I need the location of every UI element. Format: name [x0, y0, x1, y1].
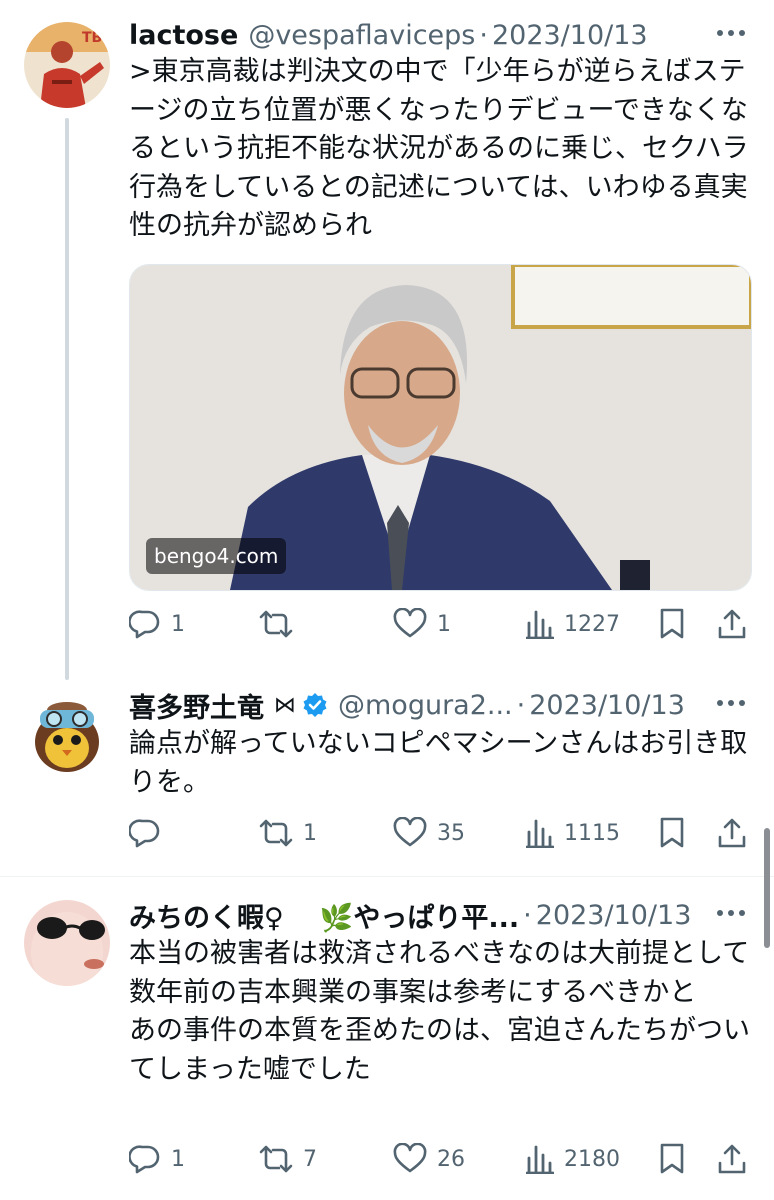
link-card-image[interactable]: bengo4.com — [129, 264, 752, 591]
display-name-extra[interactable]: 🌿やっぱり平... — [320, 896, 519, 935]
more-icon[interactable] — [714, 16, 748, 50]
share-icon — [718, 818, 746, 848]
like-icon — [393, 1143, 427, 1173]
share-button[interactable] — [717, 813, 747, 853]
media-source-label: bengo4.com — [146, 538, 287, 574]
tweet-date[interactable]: 2023/10/13 — [492, 20, 648, 51]
retweet-icon — [259, 1145, 293, 1173]
tweet-actions: 1 7 26 2180 — [129, 1139, 749, 1179]
user-handle[interactable]: @mogura2... — [338, 690, 513, 721]
user-handle[interactable]: @vespaflaviceps — [248, 20, 475, 51]
retweet-count: 1 — [303, 820, 317, 846]
like-count: 35 — [437, 820, 465, 846]
reply-icon — [129, 610, 160, 639]
reply-icon — [129, 1145, 160, 1174]
tweet-1[interactable]: TB lactose @vespaflaviceps · 2023/10/13 … — [0, 14, 774, 680]
avatar[interactable] — [24, 900, 110, 986]
like-count: 26 — [437, 1146, 465, 1172]
share-button[interactable] — [717, 604, 747, 644]
tweet-date[interactable]: 2023/10/13 — [536, 900, 692, 931]
bookmark-button[interactable] — [659, 813, 685, 853]
like-button[interactable]: 1 — [393, 604, 451, 644]
separator-dot: · — [523, 899, 532, 931]
avatar[interactable] — [24, 690, 110, 776]
views-count: 1227 — [564, 611, 620, 637]
share-icon — [718, 609, 746, 639]
bookmark-icon — [660, 817, 684, 848]
reply-count: 1 — [171, 1146, 185, 1172]
reply-button[interactable]: 1 — [129, 604, 185, 644]
tweet-actions: 1 35 1115 — [129, 813, 749, 853]
reply-icon — [129, 819, 160, 848]
views-button[interactable]: 2180 — [526, 1139, 620, 1179]
share-icon — [718, 1144, 746, 1174]
scrollbar[interactable] — [764, 828, 770, 948]
views-button[interactable]: 1115 — [526, 813, 620, 853]
retweet-icon — [259, 610, 293, 638]
svg-text:TB: TB — [82, 30, 102, 46]
display-name[interactable]: lactose — [129, 20, 238, 51]
tweet-2[interactable]: 喜多野土竜 ⋈ @mogura2... · 2023/10/13 論点が解ってい… — [0, 686, 774, 866]
reply-button[interactable] — [129, 813, 171, 853]
views-icon — [526, 610, 554, 639]
display-name[interactable]: 喜多野土竜 — [129, 686, 264, 725]
tweet-actions: 1 1 1227 — [129, 604, 749, 644]
tweet-divider — [0, 876, 774, 877]
tweet-text: 論点が解っていないコピペマシーンさんはお引き取りを。 — [129, 728, 748, 798]
bookmark-button[interactable] — [659, 1139, 685, 1179]
retweet-button[interactable]: 1 — [259, 813, 317, 853]
retweet-button[interactable]: 7 — [259, 1139, 317, 1179]
views-icon — [526, 819, 554, 848]
name-suffix: ⋈ — [274, 692, 296, 718]
tweet-header: lactose @vespaflaviceps · 2023/10/13 — [129, 16, 648, 54]
reply-button[interactable]: 1 — [129, 1139, 185, 1179]
more-icon[interactable] — [714, 896, 748, 930]
like-icon — [393, 608, 427, 638]
tweet-text: >東京高裁は判決文の中で「少年らが逆らえばステージの立ち位置が悪くなったりデビュ… — [129, 56, 749, 241]
retweet-icon — [259, 819, 293, 847]
views-count: 2180 — [564, 1146, 620, 1172]
thread-line — [65, 118, 69, 680]
separator-dot: · — [516, 689, 526, 721]
bookmark-icon — [660, 608, 684, 639]
tweet-3[interactable]: みちのく暇♀ 🌿やっぱり平... · 2023/10/13 本当の被害者は救済さ… — [0, 896, 774, 1200]
reply-count: 1 — [171, 611, 185, 637]
tweet-date[interactable]: 2023/10/13 — [529, 690, 685, 721]
views-button[interactable]: 1227 — [526, 604, 620, 644]
bookmark-button[interactable] — [659, 604, 685, 644]
display-name[interactable]: みちのく暇♀ — [129, 896, 284, 935]
views-icon — [526, 1145, 554, 1174]
tweet-text: 本当の被害者は救済されるべきなのは大前提として 数年前の吉本興業の事案は参考にす… — [129, 938, 750, 1085]
verified-badge-icon — [302, 692, 328, 718]
separator-dot: · — [479, 19, 488, 51]
tweet-header: みちのく暇♀ 🌿やっぱり平... · 2023/10/13 — [129, 896, 691, 934]
bookmark-icon — [660, 1143, 684, 1174]
like-button[interactable]: 26 — [393, 1139, 465, 1179]
retweet-button[interactable] — [259, 604, 303, 644]
retweet-count: 7 — [303, 1146, 317, 1172]
tweet-header: 喜多野土竜 ⋈ @mogura2... · 2023/10/13 — [129, 686, 685, 724]
share-button[interactable] — [717, 1139, 747, 1179]
like-icon — [393, 817, 427, 847]
like-count: 1 — [437, 611, 451, 637]
views-count: 1115 — [564, 820, 620, 846]
more-icon[interactable] — [714, 686, 748, 720]
like-button[interactable]: 35 — [393, 813, 465, 853]
avatar[interactable]: TB — [24, 22, 110, 108]
